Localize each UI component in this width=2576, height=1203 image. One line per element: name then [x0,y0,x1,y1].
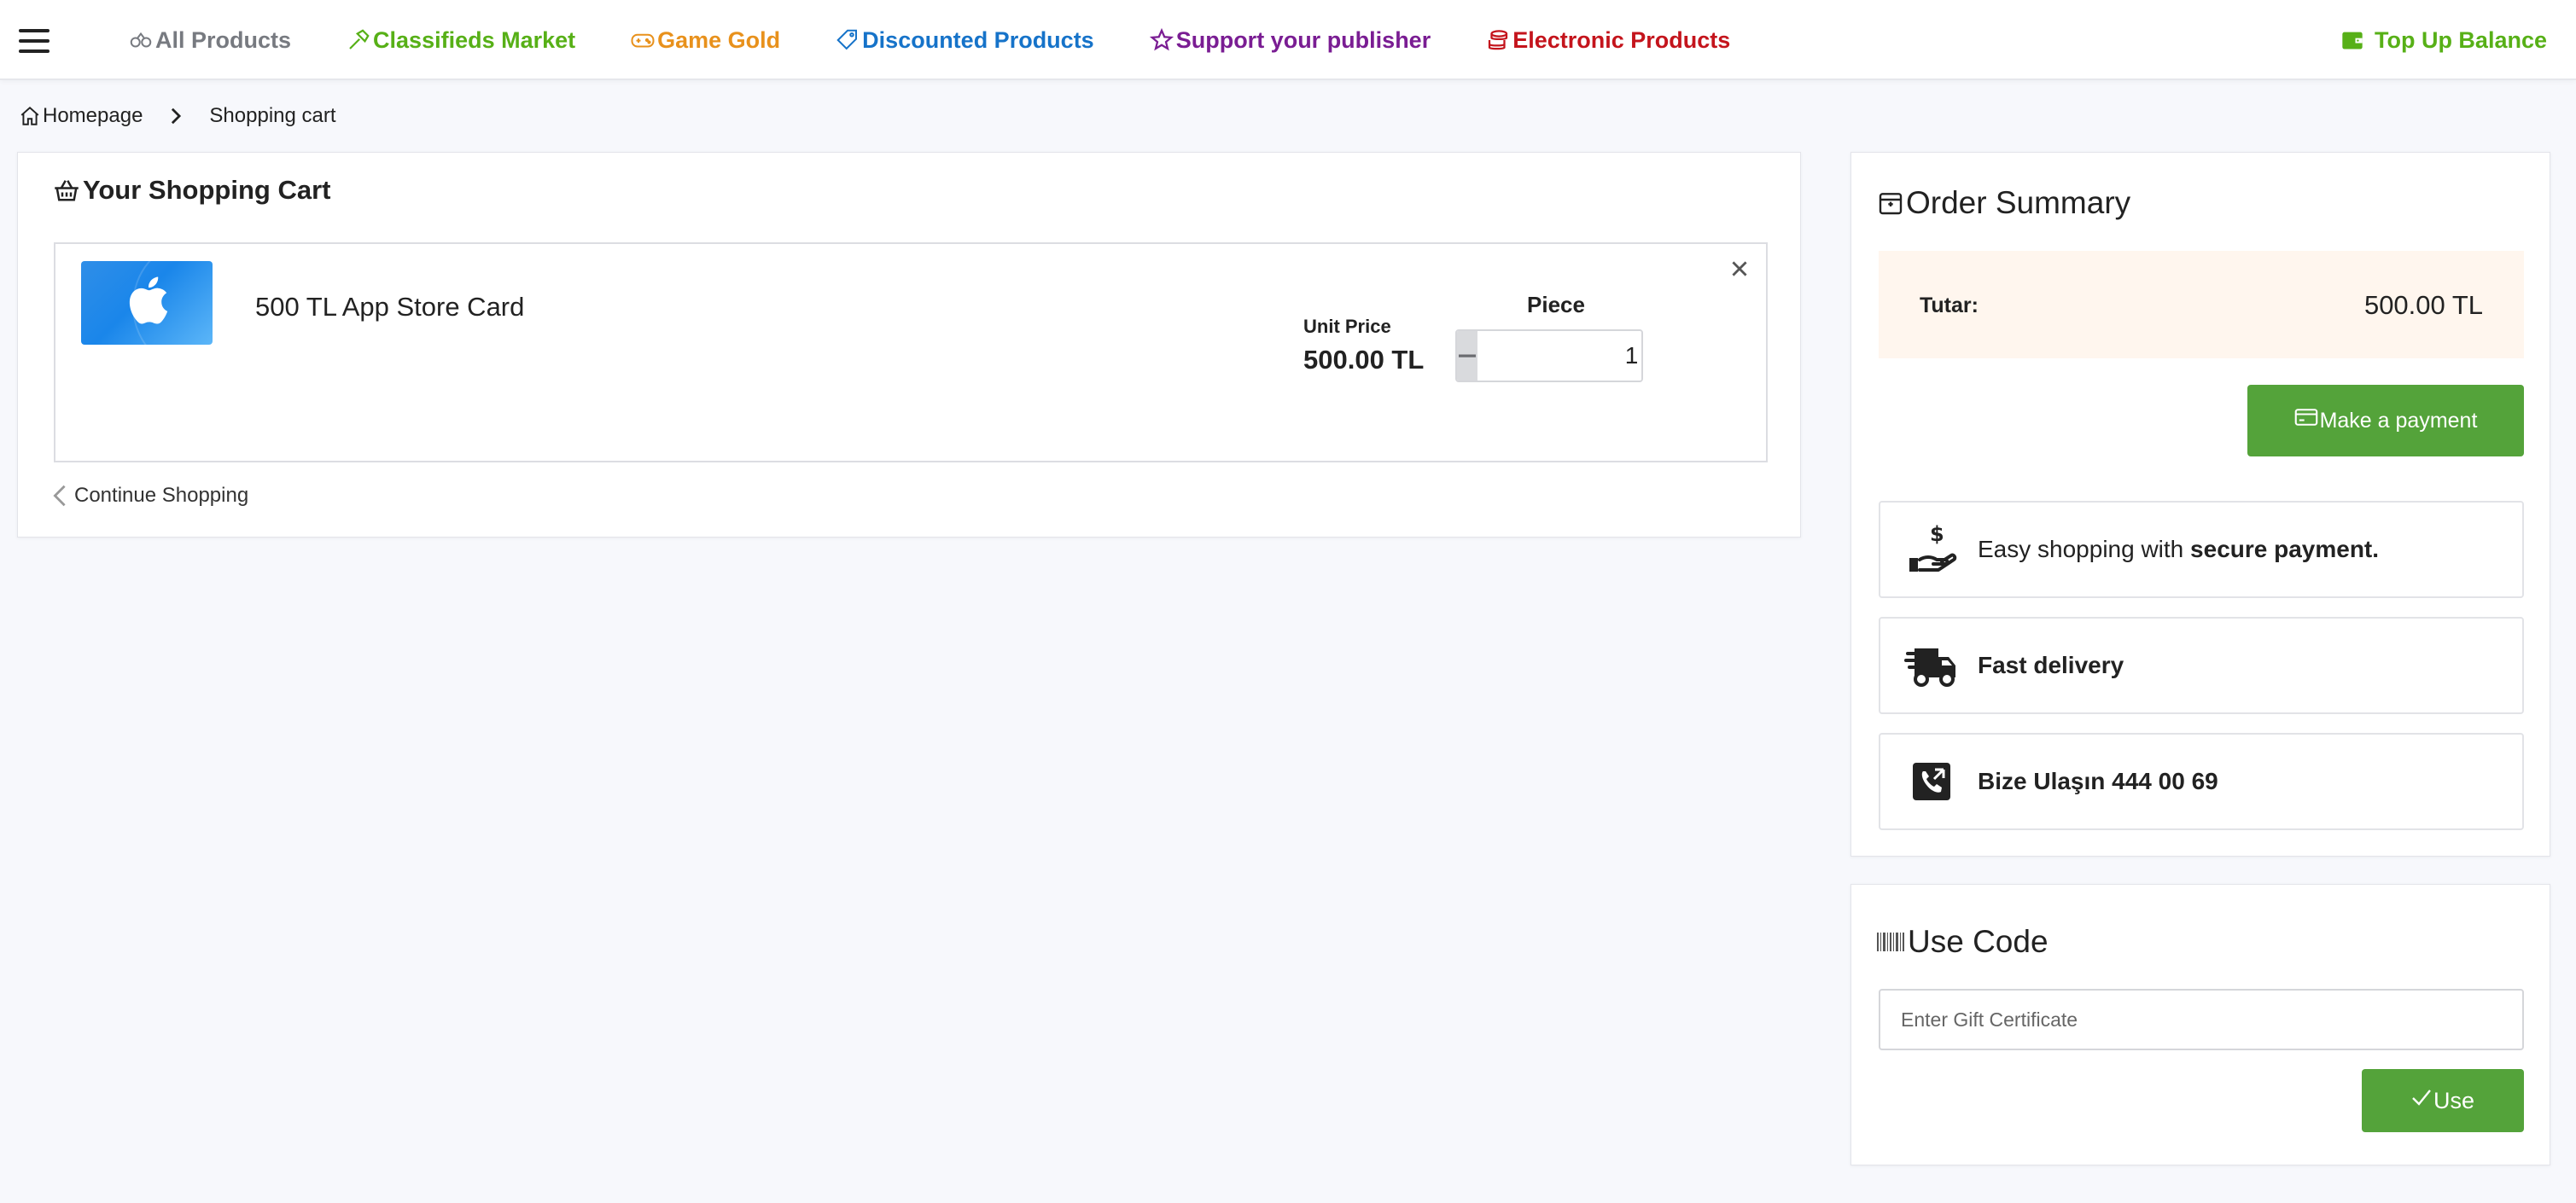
credit-card-icon [2294,409,2317,426]
nav-electronic-products[interactable]: Electronic Products [1485,27,1730,54]
minus-icon [1459,354,1476,357]
nav-discounted-products-label: Discounted Products [862,26,1094,53]
nav-support-publisher-label: Support your publisher [1175,26,1431,53]
receipt-icon [1879,193,1903,215]
feature-fast-delivery: Fast delivery [1879,617,2524,714]
order-summary-title: Order Summary [1877,185,2130,221]
use-code-button-label: Use [2433,1087,2474,1113]
top-up-balance-label: Top Up Balance [2374,26,2547,53]
truck-icon [1904,648,1955,687]
coins-icon [1489,30,1508,50]
breadcrumb: Homepage Shopping cart [19,101,336,131]
hamburger-menu-icon[interactable] [19,29,50,53]
gamepad-icon [130,32,152,48]
svg-text:$: $ [1930,522,1944,546]
cart-item: 500 TL App Store Card Unit Price 500.00 … [54,242,1768,462]
feature-fast-delivery-text: Fast delivery [1978,652,2124,678]
top-up-balance-link[interactable]: Top Up Balance [2340,0,2547,80]
chevron-left-icon [53,485,66,507]
feature-contact-phone: Bize Ulaşın 444 00 69 [1879,733,2524,830]
apple-logo-icon [129,276,168,324]
controller-icon [631,33,655,48]
breadcrumb-current: Shopping cart [209,104,336,127]
feature-secure-payment-prefix: Easy shopping with [1978,536,2191,562]
product-name[interactable]: 500 TL App Store Card [255,292,524,323]
feature-contact-phone-text[interactable]: Bize Ulaşın 444 00 69 [1978,768,2218,795]
nav-game-gold-label: Game Gold [657,26,781,53]
make-payment-button[interactable]: Make a payment [2247,385,2524,456]
home-icon [20,106,39,125]
wallet-icon [2342,32,2363,49]
nav-classifieds-market[interactable]: Classifieds Market [346,27,575,54]
chevron-right-icon [172,108,182,125]
nav-discounted-products[interactable]: Discounted Products [835,27,1094,54]
total-label: Tutar: [1920,293,1979,317]
nav-support-publisher[interactable]: Support your publisher [1149,27,1431,54]
continue-shopping-label: Continue Shopping [74,484,249,507]
decrease-quantity-button[interactable] [1457,331,1477,381]
use-code-title-text: Use Code [1908,924,2049,959]
phone-icon [1913,763,1950,800]
barcode-icon [1877,933,1904,951]
nav-game-gold[interactable]: Game Gold [630,27,780,54]
order-summary-title-text: Order Summary [1906,185,2131,220]
total-value: 500.00 TL [2363,290,2483,320]
hammer-icon [349,29,370,49]
breadcrumb-home[interactable]: Homepage [43,104,143,128]
order-summary-panel: Order Summary Tutar: 500.00 TL Make a pa… [1850,152,2550,857]
feature-secure-payment: $ Easy shopping with secure payment. [1879,501,2524,598]
quantity-input[interactable] [1477,331,1641,381]
total-box: Tutar: 500.00 TL [1879,251,2524,358]
basket-icon [55,180,79,201]
unit-price-value: 500.00 TL [1303,345,1425,375]
product-image[interactable] [81,261,213,345]
feature-secure-payment-text: Easy shopping with secure payment. [1978,536,2379,563]
nav-all-products[interactable]: All Products [128,27,291,54]
tag-icon [836,29,858,50]
shopping-cart-panel: Your Shopping Cart 500 TL App Store Card… [17,152,1801,538]
unit-price-label: Unit Price [1303,316,1391,337]
feature-secure-payment-bold: secure payment. [2190,536,2380,562]
continue-shopping-link[interactable]: Continue Shopping [52,484,248,508]
use-code-panel: Use Code Use [1850,884,2550,1165]
use-code-button[interactable]: Use [2362,1069,2524,1132]
nav-classifieds-market-label: Classifieds Market [373,26,576,53]
use-code-title: Use Code [1877,924,2049,960]
quantity-stepper [1455,329,1643,382]
piece-label: Piece [1527,292,1585,317]
nav-links: All Products Classifieds Market Game Gol… [128,0,1785,80]
nav-electronic-products-label: Electronic Products [1512,26,1731,53]
star-icon [1149,27,1174,51]
hand-dollar-icon: $ [1909,522,1957,572]
close-icon[interactable] [1728,258,1751,280]
nav-all-products-label: All Products [155,26,292,53]
cart-title-text: Your Shopping Cart [83,175,331,205]
check-icon [2412,1090,2431,1106]
top-navigation: All Products Classifieds Market Game Gol… [0,0,2576,80]
make-payment-label: Make a payment [2319,408,2478,433]
gift-certificate-input[interactable] [1879,989,2524,1050]
cart-title: Your Shopping Cart [52,175,330,206]
